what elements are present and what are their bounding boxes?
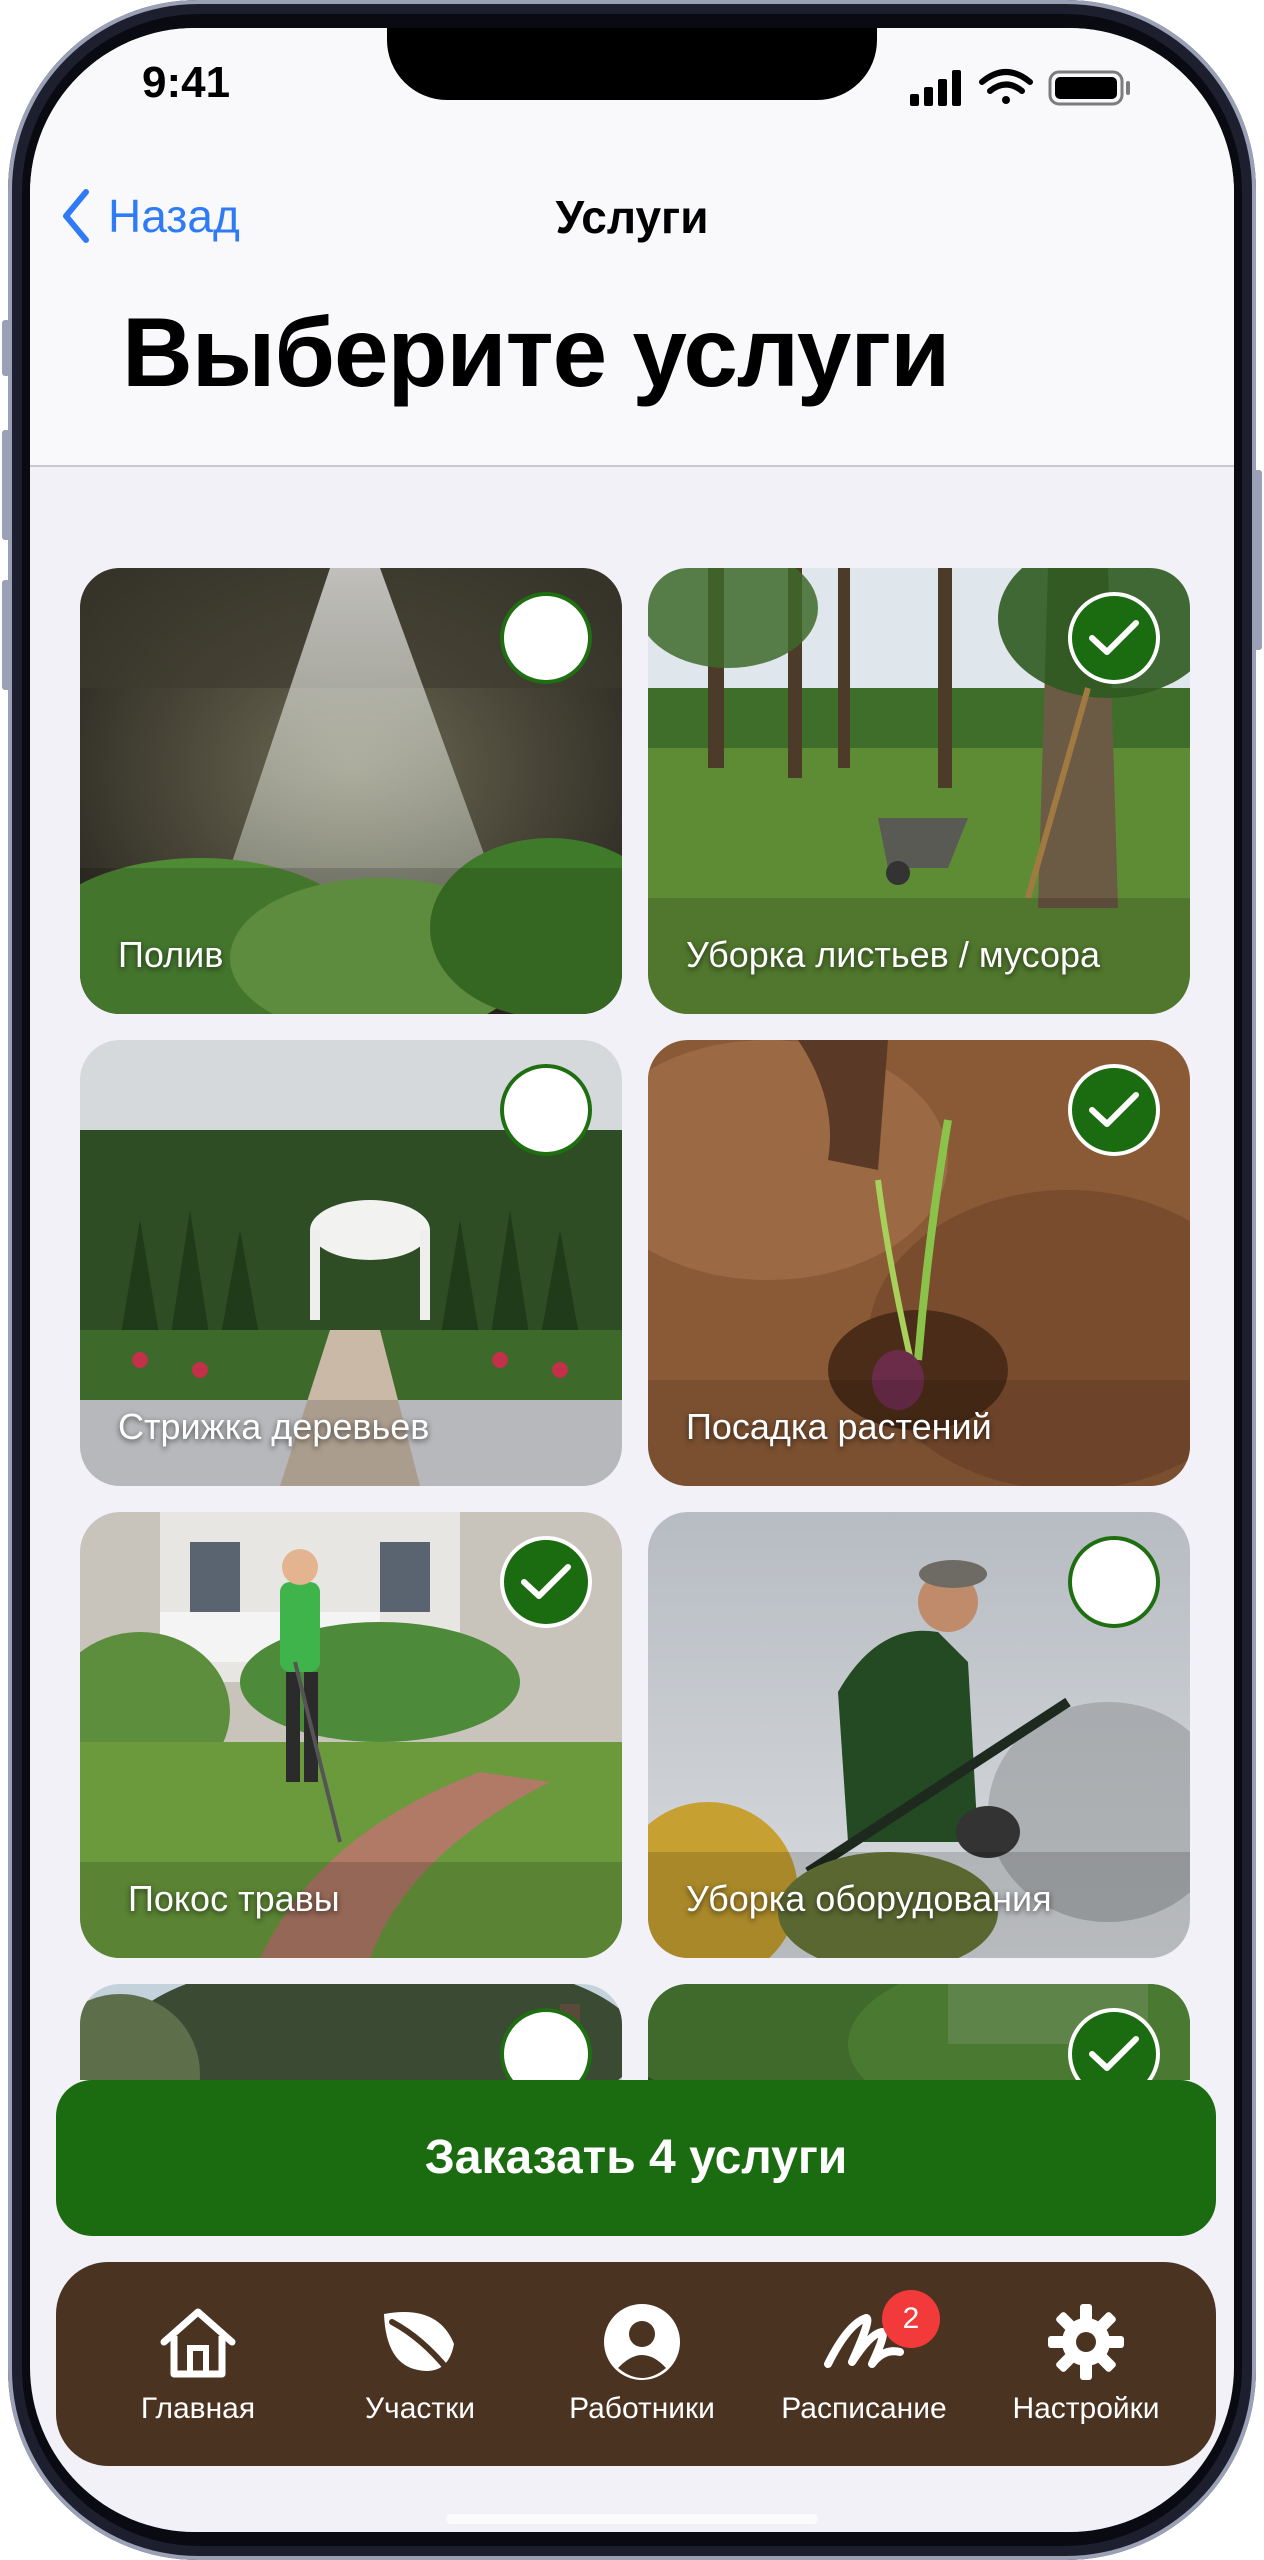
tab-settings[interactable]: Настройки: [986, 2302, 1186, 2426]
status-time: 9:41: [142, 58, 231, 107]
select-checkbox[interactable]: [1068, 592, 1160, 684]
service-card-equipment[interactable]: Уборка оборудования: [648, 1512, 1190, 1958]
tab-plots[interactable]: Участки: [320, 2302, 520, 2426]
select-checkbox[interactable]: [1068, 1064, 1160, 1156]
power-button: [1254, 470, 1262, 650]
select-checkbox[interactable]: [500, 592, 592, 684]
nav-title: Услуги: [555, 191, 709, 243]
service-label: Покос травы: [128, 1878, 340, 1919]
tab-label: Участки: [365, 2392, 475, 2425]
volume-down-button: [2, 580, 10, 690]
checkmark-icon: [521, 1564, 571, 1599]
volume-up-button: [2, 430, 10, 540]
tab-home[interactable]: Главная: [98, 2302, 298, 2426]
tab-bar: Главная Участки Работники 2 Расписание Н…: [56, 2262, 1216, 2466]
leaf-icon: [384, 2312, 454, 2373]
service-label: Полив: [118, 934, 224, 975]
home-icon: [160, 2308, 236, 2378]
checkmark-icon: [1089, 620, 1139, 655]
checkmark-icon: [1089, 1092, 1139, 1127]
select-checkbox[interactable]: [1068, 1536, 1160, 1628]
navigation-bar: 9:41 Назад Услуги Выберите услуги: [30, 28, 1234, 467]
page-title: Выберите услуги: [122, 297, 950, 407]
service-label: Уборка листьев / мусора: [686, 934, 1101, 975]
app-screen: 9:41 Назад Услуги Выберите услуги Полив …: [30, 28, 1234, 2532]
gear-icon: [1048, 2304, 1124, 2380]
service-label: Посадка растений: [686, 1406, 992, 1447]
service-card-tree[interactable]: [80, 1984, 622, 2080]
tab-label: Расписание: [781, 2392, 947, 2425]
order-button[interactable]: Заказать 4 услуги: [56, 2080, 1216, 2236]
notch: [387, 28, 877, 100]
service-card-greenery[interactable]: [648, 1984, 1190, 2080]
tab-label: Настройки: [1012, 2392, 1160, 2425]
home-indicator[interactable]: [446, 2514, 818, 2524]
select-checkbox[interactable]: [500, 1064, 592, 1156]
status-icons: [910, 66, 1210, 115]
service-card-mowing[interactable]: Покос травы: [80, 1512, 622, 1958]
checkmark-icon: [1089, 2036, 1139, 2071]
services-grid: Полив Уборка листьев / мусора Стрижка де…: [30, 468, 1234, 2080]
tab-label: Работники: [569, 2392, 715, 2425]
silent-switch: [2, 320, 10, 376]
tab-workers[interactable]: Работники: [542, 2302, 742, 2426]
service-card-leaf-cleanup[interactable]: Уборка листьев / мусора: [648, 568, 1190, 1014]
service-card-planting[interactable]: Посадка растений: [648, 1040, 1190, 1486]
service-label: Стрижка деревьев: [118, 1406, 430, 1447]
cellular-signal-icon: [910, 70, 961, 106]
service-label: Уборка оборудования: [686, 1878, 1052, 1919]
tab-label: Главная: [140, 2392, 256, 2425]
notification-badge: 2: [882, 2290, 940, 2348]
battery-icon: [1048, 70, 1130, 106]
select-checkbox[interactable]: [500, 1536, 592, 1628]
service-card-watering[interactable]: Полив: [80, 568, 622, 1014]
wifi-icon: [979, 69, 1033, 104]
tab-schedule[interactable]: 2 Расписание: [764, 2290, 964, 2426]
service-card-tree-trimming[interactable]: Стрижка деревьев: [80, 1040, 622, 1486]
person-icon: [604, 2304, 680, 2380]
